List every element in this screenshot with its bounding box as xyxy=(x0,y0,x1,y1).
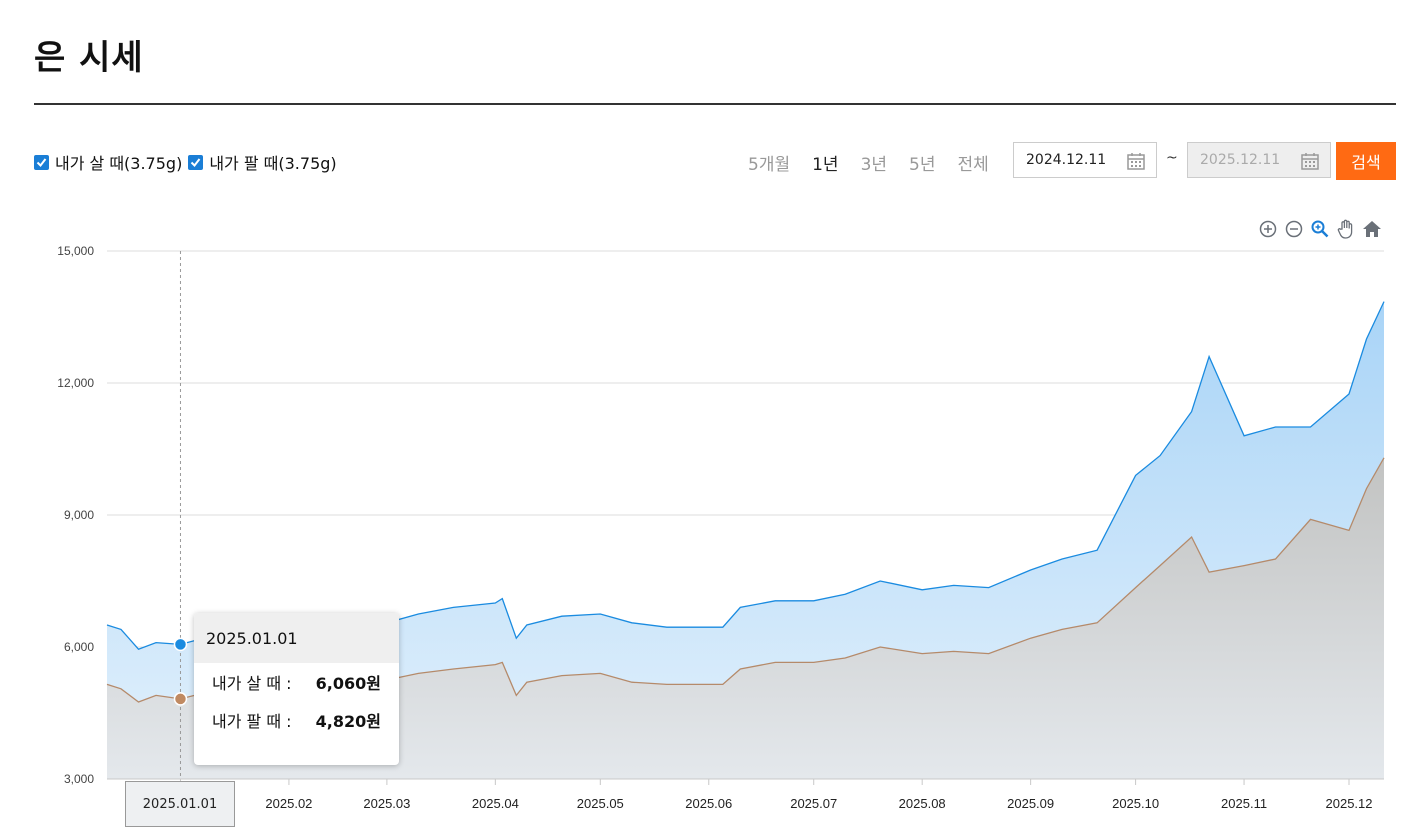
marker-buy xyxy=(173,637,188,652)
tooltip-buy-label: 내가 살 때 : xyxy=(212,674,292,693)
x-tick-label: 2025.09 xyxy=(1007,796,1054,811)
highlight-date-label: 2025.01.01 xyxy=(125,781,235,827)
tooltip-buy-value: 6,060원 xyxy=(315,674,381,693)
tooltip-sell-value: 4,820원 xyxy=(315,712,381,731)
x-tick-label: 2025.07 xyxy=(790,796,837,811)
chart-tooltip: 2025.01.01 내가 살 때 : 6,060원 내가 팔 때 : 4,82… xyxy=(194,613,399,765)
y-tick-label: 9,000 xyxy=(64,508,94,522)
x-tick-label: 2025.05 xyxy=(577,796,624,811)
y-tick-label: 15,000 xyxy=(57,244,94,258)
x-tick-label: 2025.06 xyxy=(685,796,732,811)
tooltip-sell-row: 내가 팔 때 : 4,820원 xyxy=(194,701,399,739)
tooltip-buy-row: 내가 살 때 : 6,060원 xyxy=(194,663,399,701)
x-tick-label: 2025.03 xyxy=(363,796,410,811)
x-tick-label: 2025.10 xyxy=(1112,796,1159,811)
tooltip-sell-label: 내가 팔 때 : xyxy=(212,712,292,731)
y-tick-label: 3,000 xyxy=(64,772,94,786)
marker-sell xyxy=(173,692,188,706)
tooltip-date: 2025.01.01 xyxy=(194,613,399,663)
x-tick-label: 2025.04 xyxy=(472,796,519,811)
y-tick-label: 6,000 xyxy=(64,640,94,654)
x-tick-label: 2025.11 xyxy=(1221,796,1267,811)
x-tick-label: 2025.02 xyxy=(265,796,312,811)
x-tick-label: 2025.12 xyxy=(1326,796,1373,811)
x-tick-label: 2025.08 xyxy=(899,796,946,811)
y-tick-label: 12,000 xyxy=(57,376,94,390)
